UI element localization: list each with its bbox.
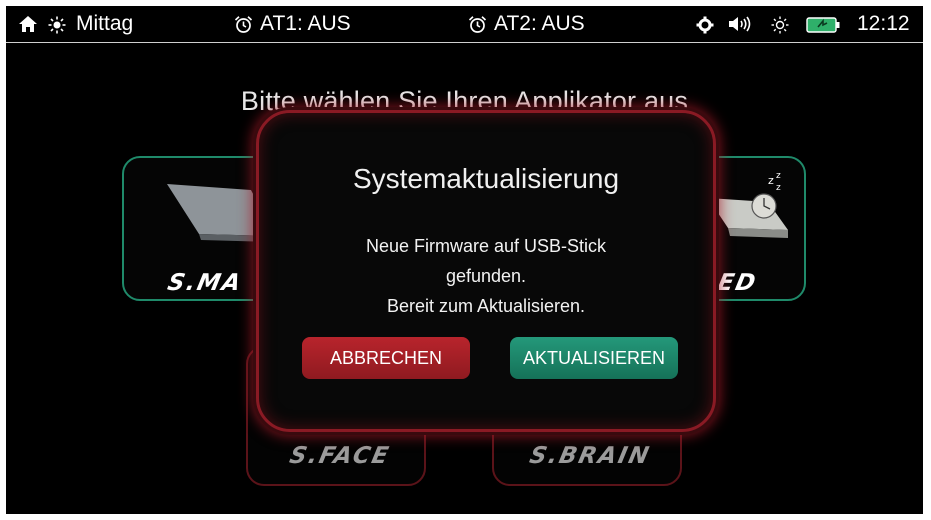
- alarm-2[interactable]: AT2: AUS: [468, 12, 585, 36]
- applicator-card-label: ED: [715, 270, 760, 296]
- applicator-card-label: S.MA: [165, 270, 245, 296]
- home-icon[interactable]: [18, 15, 38, 33]
- svg-text:z: z: [776, 171, 781, 181]
- alarm-clock-icon: [234, 15, 253, 33]
- update-button[interactable]: AKTUALISIEREN: [510, 337, 678, 379]
- battery-icon: [806, 17, 840, 33]
- dialog-message-line: Bereit zum Aktualisieren.: [386, 296, 586, 316]
- system-update-dialog: Systemaktualisierung Neue Firmware auf U…: [256, 110, 716, 432]
- alarm-2-label: AT2: AUS: [494, 12, 585, 35]
- svg-text:z: z: [768, 174, 774, 187]
- alarm-1-label: AT1: AUS: [260, 12, 351, 35]
- sun-icon: [48, 16, 66, 34]
- status-bar: Mittag AT1: AUS AT2: AUS 12:12: [6, 6, 923, 43]
- cancel-button[interactable]: ABBRECHEN: [302, 337, 470, 379]
- svg-text:z: z: [776, 183, 781, 193]
- alarm-1[interactable]: AT1: AUS: [234, 12, 351, 36]
- speaker-icon[interactable]: [728, 15, 752, 33]
- device-screen: Mittag AT1: AUS AT2: AUS 12:12 Bitte wäh…: [6, 6, 923, 514]
- clock: 12:12: [857, 12, 910, 35]
- applicator-card-label: S.FACE: [287, 443, 393, 469]
- brightness-icon[interactable]: [771, 16, 789, 34]
- dialog-message-line: Neue Firmware auf USB-Stick: [365, 236, 607, 256]
- dialog-message-line: gefunden.: [445, 266, 527, 286]
- applicator-card-label: S.BRAIN: [527, 443, 653, 469]
- settings-icon[interactable]: [696, 16, 714, 34]
- alarm-clock-icon: [468, 15, 487, 33]
- dialog-message: Neue Firmware auf USB-Stick gefunden. Be…: [259, 231, 713, 321]
- dialog-title: Systemaktualisierung: [352, 163, 620, 194]
- mode-label: Mittag: [76, 12, 134, 35]
